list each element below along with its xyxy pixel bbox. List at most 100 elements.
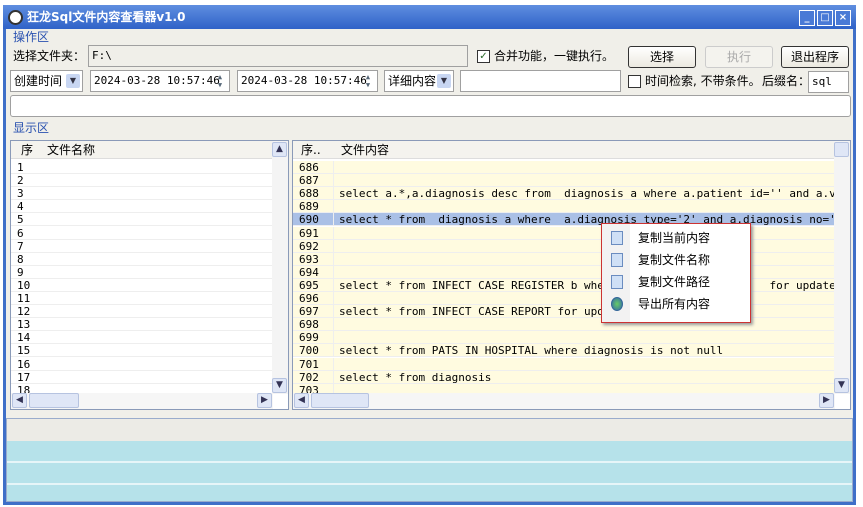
row-index: 4	[17, 200, 24, 214]
content-row[interactable]: 693	[293, 252, 835, 266]
content-row[interactable]: 701	[293, 357, 835, 371]
select-button[interactable]: 选择	[628, 46, 696, 68]
content-row[interactable]: 686	[293, 161, 835, 174]
log-header	[7, 419, 852, 441]
scroll-thumb[interactable]	[834, 142, 849, 157]
row-index: 7	[17, 239, 24, 253]
row-index: 6	[17, 226, 24, 240]
paste-icon	[611, 253, 623, 267]
file-list-row[interactable]: 1	[11, 161, 273, 174]
scroll-left-icon[interactable]: ◀	[294, 393, 309, 408]
file-list-row[interactable]: 9	[11, 266, 273, 279]
file-list-row[interactable]: 12	[11, 305, 273, 319]
content-row[interactable]: 687	[293, 174, 835, 188]
row-index: 13	[17, 318, 31, 332]
row-index: 2	[17, 174, 24, 188]
merge-checkbox[interactable]: ✓	[477, 50, 490, 63]
content-row[interactable]: 696	[293, 292, 835, 305]
file-list-row[interactable]: 6	[11, 227, 273, 240]
menu-item-label: 复制当前内容	[638, 231, 711, 245]
exit-button[interactable]: 退出程序	[781, 46, 849, 68]
file-list-row[interactable]: 4	[11, 200, 273, 214]
row-index: 699	[299, 331, 319, 345]
content-row[interactable]: 694	[293, 265, 835, 279]
col-index[interactable]: 序	[21, 141, 33, 159]
scroll-down-icon[interactable]: ▼	[272, 378, 287, 393]
scroll-right-icon[interactable]: ▶	[257, 393, 272, 408]
row-content: select * from INFECT_CASE_REGISTER b whe…	[339, 278, 835, 292]
content-row[interactable]: 698	[293, 318, 835, 332]
end-time-value: 2024-03-28 10:57:46	[241, 74, 367, 87]
col-file-name[interactable]: 文件名称	[47, 141, 95, 159]
context-menu-item[interactable]: 复制文件名称	[602, 249, 750, 271]
scroll-down-icon[interactable]: ▼	[834, 378, 849, 393]
row-index: 10	[17, 278, 31, 292]
time-search-checkbox[interactable]	[628, 75, 641, 88]
content-row[interactable]: 688 select a.*,a.diagnosis_desc from diag…	[293, 187, 835, 201]
horizontal-scrollbar[interactable]: ◀ ▶	[293, 393, 835, 409]
content-row[interactable]: 702 select * from diagnosis	[293, 370, 835, 384]
file-list-row[interactable]: 13	[11, 318, 273, 332]
col-index[interactable]: 序..	[301, 141, 321, 159]
row-index: 702	[299, 370, 319, 384]
file-list-row[interactable]: 8	[11, 253, 273, 266]
content-row[interactable]: 699	[293, 331, 835, 345]
content-row[interactable]: 690 select * from diagnosis a where a.dia…	[293, 213, 835, 227]
col-content[interactable]: 文件内容	[341, 141, 389, 159]
file-list-row[interactable]: 3	[11, 187, 273, 201]
file-list[interactable]: 序文件名称 1 2 3 4 5 6 7 8 9 10 11 12 13 14 15 16 17 18 ▲ ▼ ◀ ▶	[10, 140, 289, 410]
scroll-up-icon[interactable]: ▲	[272, 142, 287, 157]
row-index: 5	[17, 213, 24, 227]
scroll-thumb[interactable]	[311, 393, 369, 408]
vertical-scrollbar[interactable]: ▲ ▼	[272, 141, 288, 394]
scroll-left-icon[interactable]: ◀	[12, 393, 27, 408]
spinner-icon[interactable]: ▲ ▼	[214, 73, 226, 89]
folder-label: 选择文件夹：	[13, 49, 86, 63]
scroll-thumb[interactable]	[29, 393, 79, 408]
file-list-row[interactable]: 10	[11, 279, 273, 292]
horizontal-scrollbar[interactable]: ◀ ▶	[11, 393, 273, 409]
scroll-right-icon[interactable]: ▶	[819, 393, 834, 408]
vertical-scrollbar[interactable]: ▼	[834, 141, 850, 394]
row-content: select * from PATS_IN_HOSPITAL where dia…	[339, 344, 724, 358]
path-input[interactable]	[10, 95, 851, 117]
content-row[interactable]: 695 select * from INFECT_CASE_REGISTER b …	[293, 278, 835, 292]
file-list-row[interactable]: 7	[11, 240, 273, 253]
row-index: 693	[299, 252, 319, 266]
file-list-row[interactable]: 16	[11, 358, 273, 371]
content-row[interactable]: 691	[293, 226, 835, 240]
maximize-button[interactable]: □	[817, 10, 833, 26]
context-menu-item[interactable]: 复制文件路径	[602, 271, 750, 293]
folder-input[interactable]: F:\	[88, 45, 468, 67]
keyword-input[interactable]	[460, 70, 621, 92]
context-menu-item[interactable]: 复制当前内容	[602, 227, 750, 249]
time-type-select[interactable]: 创建时间 ▼	[10, 70, 83, 92]
row-content: select * from INFECT_CASE_REPORT for upd…	[339, 305, 624, 319]
content-list[interactable]: 序.. 文件内容 686 687 688 select a.*,a.diagnosis_…	[292, 140, 851, 410]
file-list-row[interactable]: 5	[11, 213, 273, 227]
close-button[interactable]: ×	[835, 10, 851, 26]
spinner-icon[interactable]: ▲ ▼	[362, 73, 374, 89]
content-mode-select[interactable]: 详细内容 ▼	[384, 70, 454, 92]
minimize-button[interactable]: _	[799, 10, 815, 26]
context-menu-item[interactable]: 导出所有内容	[602, 293, 750, 315]
row-index: 698	[299, 318, 319, 332]
file-list-row[interactable]: 15	[11, 344, 273, 358]
suffix-input[interactable]: sql	[808, 71, 849, 93]
content-row[interactable]: 689	[293, 200, 835, 214]
row-index: 11	[17, 292, 31, 305]
content-row[interactable]: 692	[293, 239, 835, 253]
content-row[interactable]: 697 select * from INFECT_CASE_REPORT for …	[293, 305, 835, 319]
file-list-row[interactable]: 14	[11, 331, 273, 345]
row-content: select * from diagnosis a where a.diagno…	[339, 213, 835, 227]
content-row[interactable]: 700 select * from PATS_IN_HOSPITAL where …	[293, 344, 835, 358]
file-list-row[interactable]: 2	[11, 174, 273, 188]
menu-item-label: 复制文件路径	[638, 275, 711, 289]
row-index: 695	[299, 278, 319, 292]
file-list-row[interactable]: 17	[11, 371, 273, 384]
start-time-picker[interactable]: 2024-03-28 10:57:46 ▲ ▼	[90, 70, 230, 92]
file-list-row[interactable]: 11	[11, 292, 273, 305]
row-index: 691	[299, 226, 319, 240]
execute-button[interactable]: 执行	[705, 46, 773, 68]
end-time-picker[interactable]: 2024-03-28 10:57:46 ▲ ▼	[237, 70, 378, 92]
